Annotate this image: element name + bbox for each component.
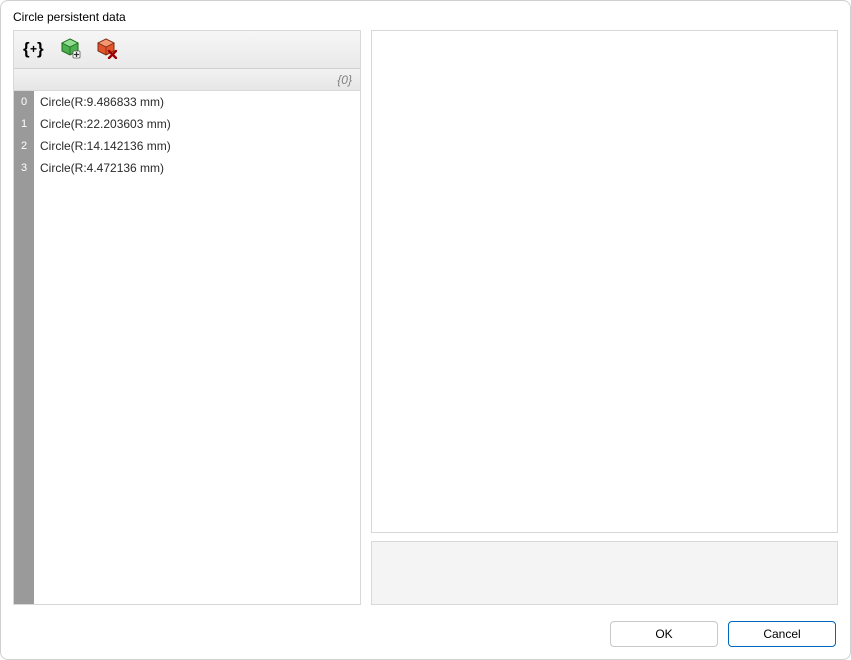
ok-button[interactable]: OK: [610, 621, 718, 647]
tree-group-label: {0}: [337, 73, 352, 87]
list-item-label: Circle(R:22.203603 mm): [40, 117, 171, 131]
toolbar: { + }: [14, 31, 360, 69]
add-branch-icon: { + }: [23, 38, 45, 61]
svg-text:}: }: [37, 39, 44, 58]
remove-item-icon: [95, 37, 117, 62]
list-item[interactable]: Circle(R:22.203603 mm): [34, 113, 360, 135]
tree-gutter: 0 1 2 3: [14, 91, 34, 604]
tree-index: 3: [14, 157, 34, 179]
content-area: { + }: [1, 30, 850, 613]
preview-panel: [371, 30, 838, 533]
description-panel: [371, 541, 838, 605]
tree-body: 0 1 2 3 Circle(R:9.486833 mm) Circle(R:2…: [14, 91, 360, 604]
title-bar: Circle persistent data: [1, 1, 850, 30]
tree-index: 0: [14, 91, 34, 113]
window-title: Circle persistent data: [13, 10, 126, 24]
add-item-icon: [59, 37, 81, 62]
tree-rows: Circle(R:9.486833 mm) Circle(R:22.203603…: [34, 91, 360, 604]
add-branch-button[interactable]: { + }: [20, 36, 48, 64]
list-item-label: Circle(R:14.142136 mm): [40, 139, 171, 153]
list-item-label: Circle(R:4.472136 mm): [40, 161, 164, 175]
right-stack: [371, 30, 838, 605]
list-item[interactable]: Circle(R:9.486833 mm): [34, 91, 360, 113]
list-item[interactable]: Circle(R:14.142136 mm): [34, 135, 360, 157]
list-item-label: Circle(R:9.486833 mm): [40, 95, 164, 109]
svg-text:+: +: [30, 42, 37, 56]
svg-text:{: {: [23, 39, 30, 58]
remove-item-button[interactable]: [92, 36, 120, 64]
dialog-window: Circle persistent data { + }: [0, 0, 851, 660]
dialog-button-row: OK Cancel: [1, 613, 850, 659]
tree-index: 1: [14, 113, 34, 135]
add-item-button[interactable]: [56, 36, 84, 64]
list-item[interactable]: Circle(R:4.472136 mm): [34, 157, 360, 179]
data-tree-panel: { + }: [13, 30, 361, 605]
tree-index: 2: [14, 135, 34, 157]
tree-header[interactable]: {0}: [14, 69, 360, 91]
cancel-button[interactable]: Cancel: [728, 621, 836, 647]
